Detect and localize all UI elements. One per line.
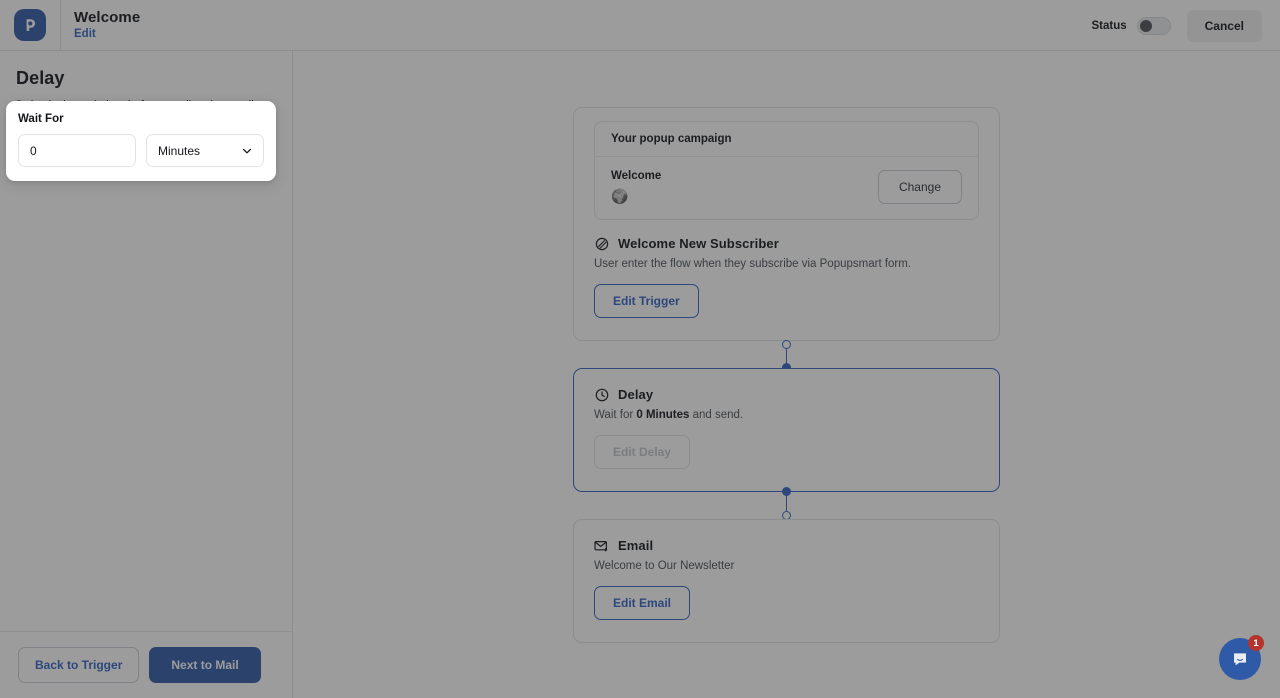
email-node-head: Email bbox=[594, 538, 979, 553]
email-node-subtitle: Welcome to Our Newsletter bbox=[594, 560, 735, 572]
wait-for-row: Minutes bbox=[18, 134, 264, 167]
wait-unit-select[interactable]: Minutes bbox=[146, 134, 264, 167]
delay-node[interactable]: Delay Wait for 0 Minutes and send. Edit … bbox=[573, 368, 1000, 492]
campaign-box-body: Welcome 🌍 Change bbox=[595, 157, 978, 219]
popupsmart-logo-icon[interactable] bbox=[14, 9, 46, 41]
logo-container bbox=[0, 0, 61, 51]
chat-widget-button[interactable]: 1 bbox=[1219, 635, 1264, 680]
wait-for-card: Wait For Minutes bbox=[6, 101, 276, 181]
campaign-name: Welcome bbox=[611, 170, 662, 182]
flow-canvas: Your popup campaign Welcome 🌍 Change Wel… bbox=[293, 51, 1280, 698]
status-group: Status bbox=[1091, 16, 1171, 35]
email-node[interactable]: Email Welcome to Our Newsletter Edit Ema… bbox=[573, 519, 1000, 643]
wait-unit-value: Minutes bbox=[158, 143, 201, 158]
page-title: Welcome bbox=[74, 8, 141, 26]
app-header: Welcome Edit Status Cancel bbox=[0, 0, 1280, 51]
trigger-node-subtitle: User enter the flow when they subscribe … bbox=[594, 258, 912, 270]
clock-icon bbox=[594, 387, 609, 402]
back-to-trigger-button[interactable]: Back to Trigger bbox=[18, 647, 140, 683]
edit-email-button[interactable]: Edit Email bbox=[594, 586, 691, 620]
header-actions: Status Cancel bbox=[1091, 0, 1262, 51]
next-to-mail-button[interactable]: Next to Mail bbox=[149, 647, 261, 683]
workflow-title-block: Welcome Edit bbox=[74, 9, 140, 41]
trigger-node-head: Welcome New Subscriber bbox=[594, 236, 979, 251]
trigger-node-title: Welcome New Subscriber bbox=[618, 236, 779, 251]
connector-dot-open bbox=[782, 340, 791, 349]
campaign-info: Welcome 🌍 bbox=[611, 170, 661, 203]
connector-delay-email bbox=[573, 487, 1000, 520]
status-toggle[interactable] bbox=[1136, 16, 1171, 35]
panel-title: Delay bbox=[16, 68, 65, 88]
delay-subtitle-value: 0 Minutes bbox=[636, 409, 690, 421]
status-toggle-knob bbox=[1139, 19, 1152, 32]
edit-workflow-link[interactable]: Edit bbox=[74, 28, 140, 41]
campaign-box-title: Your popup campaign bbox=[595, 122, 978, 157]
flow-column: Your popup campaign Welcome 🌍 Change Wel… bbox=[573, 107, 1000, 643]
chevron-down-icon bbox=[242, 148, 252, 153]
delay-subtitle-suffix: and send. bbox=[689, 409, 744, 421]
sidebar-footer: Back to Trigger Next to Mail bbox=[0, 631, 292, 698]
edit-delay-button[interactable]: Edit Delay bbox=[594, 435, 691, 469]
wait-amount-input[interactable] bbox=[18, 134, 136, 167]
wait-for-label: Wait For bbox=[18, 113, 64, 125]
delay-subtitle-prefix: Wait for bbox=[594, 409, 637, 421]
connector-trigger-delay bbox=[573, 340, 1000, 372]
hand-tap-icon bbox=[594, 236, 609, 251]
cancel-button[interactable]: Cancel bbox=[1186, 9, 1262, 42]
chat-unread-badge: 1 bbox=[1248, 635, 1264, 651]
delay-node-subtitle: Wait for 0 Minutes and send. bbox=[594, 409, 979, 421]
status-label: Status bbox=[1091, 19, 1127, 32]
connector-dot-filled bbox=[782, 487, 791, 496]
trigger-node[interactable]: Your popup campaign Welcome 🌍 Change Wel… bbox=[573, 107, 1000, 341]
delay-node-title: Delay bbox=[618, 387, 654, 402]
chat-bubble-icon bbox=[1234, 653, 1246, 666]
delay-node-head: Delay bbox=[594, 387, 979, 402]
globe-icon: 🌍 bbox=[611, 188, 629, 204]
campaign-box: Your popup campaign Welcome 🌍 Change bbox=[594, 121, 979, 220]
edit-trigger-button[interactable]: Edit Trigger bbox=[594, 284, 699, 318]
change-campaign-button[interactable]: Change bbox=[877, 170, 962, 204]
email-node-title: Email bbox=[618, 538, 654, 553]
envelope-icon bbox=[594, 538, 609, 553]
